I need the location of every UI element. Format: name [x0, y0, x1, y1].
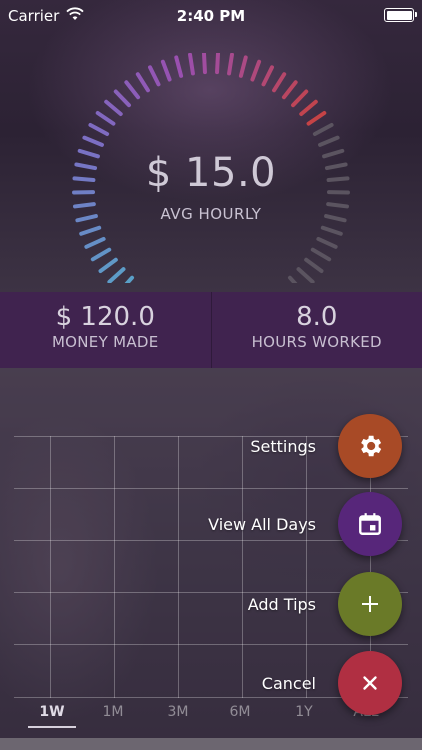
- grid-line: [242, 436, 243, 698]
- clock: 2:40 PM: [176, 7, 246, 25]
- gauge-tick: [299, 99, 318, 117]
- gauge-tick: [312, 122, 334, 136]
- grid-line: [14, 488, 408, 489]
- gauge-tick: [272, 72, 287, 93]
- hours-worked-value: 8.0: [296, 302, 338, 332]
- gauge-tick: [310, 247, 332, 262]
- gauge-tick: [291, 89, 309, 108]
- gauge-tick: [320, 225, 343, 236]
- gauge-tick: [79, 225, 102, 236]
- tab-1m[interactable]: 1M: [83, 704, 143, 720]
- gear-icon: [361, 435, 382, 457]
- add-tips-label[interactable]: Add Tips: [248, 595, 316, 614]
- gauge-tick: [318, 135, 340, 147]
- battery-icon: [384, 8, 417, 22]
- gauge-tick: [84, 236, 106, 249]
- grid-line: [178, 436, 179, 698]
- gauge-tick: [148, 65, 161, 87]
- gauge-tick: [261, 65, 274, 87]
- add-tips-button[interactable]: [338, 572, 402, 636]
- settings-label[interactable]: Settings: [250, 437, 316, 456]
- gauge-tick: [82, 135, 104, 147]
- grid-line: [50, 436, 51, 698]
- gauge-tick: [124, 275, 135, 283]
- gauge-tick: [98, 257, 118, 274]
- stats-bar: $ 120.0 MONEY MADE 8.0 HOURS WORKED: [0, 292, 422, 368]
- plus-icon: [362, 596, 378, 612]
- tab-3m[interactable]: 3M: [148, 704, 208, 720]
- gauge-tick: [88, 122, 110, 136]
- fab-add-tips-row: Add Tips: [248, 572, 402, 636]
- view-all-days-button[interactable]: [338, 492, 402, 556]
- gauge-tick: [135, 72, 150, 93]
- grid-line: [14, 644, 408, 645]
- gauge-tick: [104, 99, 123, 117]
- money-made-stat: $ 120.0 MONEY MADE: [0, 292, 211, 368]
- close-icon: [363, 676, 377, 690]
- fab-settings-row: Settings: [250, 414, 402, 478]
- gauge-tick: [227, 53, 234, 76]
- cancel-button[interactable]: [338, 651, 402, 715]
- gauge-tick: [306, 110, 327, 126]
- hours-worked-label: HOURS WORKED: [251, 333, 382, 351]
- hours-worked-stat: 8.0 HOURS WORKED: [210, 292, 422, 368]
- active-tab-indicator: [28, 726, 76, 728]
- fab-view-all-days-row: View All Days: [208, 492, 402, 556]
- avg-hourly-label: AVG HOURLY: [160, 205, 262, 223]
- view-all-days-label[interactable]: View All Days: [208, 515, 316, 534]
- bottom-bar: [0, 738, 422, 750]
- gauge-tick: [107, 267, 126, 283]
- gauge-tick: [281, 80, 298, 100]
- calendar-icon: [359, 513, 381, 535]
- gauge-tick: [174, 55, 184, 78]
- gauge-tick: [250, 59, 262, 82]
- gauge-tick: [215, 53, 221, 75]
- cancel-label[interactable]: Cancel: [262, 674, 316, 693]
- grid-line: [114, 436, 115, 698]
- gauge-tick: [188, 53, 195, 76]
- gauge-tick: [296, 267, 315, 283]
- gauge-tick: [304, 257, 324, 274]
- settings-button[interactable]: [338, 414, 402, 478]
- gauge-tick: [287, 275, 298, 283]
- tab-1w[interactable]: 1W: [22, 704, 82, 720]
- status-bar: Carrier 2:40 PM: [0, 0, 422, 32]
- gauge-tick: [238, 55, 248, 78]
- gauge-tick: [113, 89, 131, 108]
- gauge-tick: [124, 80, 141, 100]
- gauge-tick: [201, 53, 207, 75]
- money-made-value: $ 120.0: [55, 302, 155, 332]
- avg-hourly-value: $ 15.0: [145, 150, 277, 196]
- gauge-tick: [95, 110, 116, 126]
- fab-cancel-row: Cancel: [262, 651, 402, 715]
- money-made-label: MONEY MADE: [51, 333, 159, 351]
- gauge-tick: [316, 236, 338, 249]
- gauge-tick: [90, 247, 112, 262]
- gauge-tick: [160, 59, 172, 82]
